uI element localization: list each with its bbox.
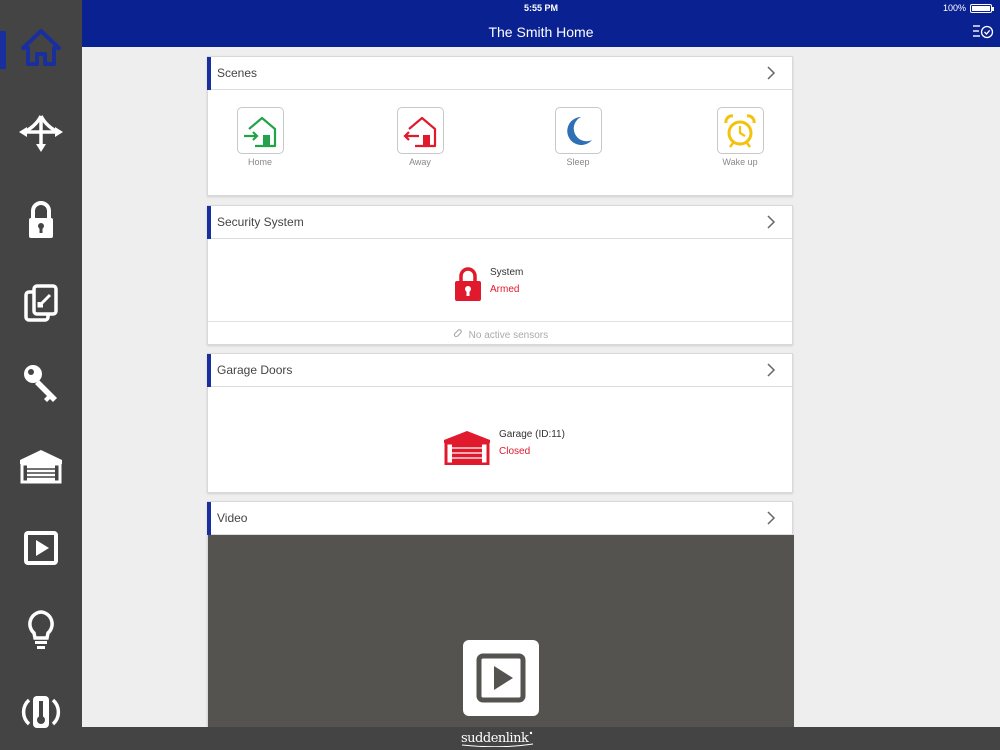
home-icon [21,29,61,66]
scene-wake-up-label: Wake up [722,157,758,167]
video-title: Video [217,511,248,525]
play-icon [476,653,526,703]
arrows-icon [19,115,63,152]
status-time: 5:55 PM [523,3,558,13]
thermostat-icon [21,696,61,728]
brand-logo: suddenlink [461,729,541,747]
video-card: Video [207,501,794,730]
chevron-right-icon [767,66,776,80]
sidebar-item-sensors[interactable] [0,261,82,343]
security-header[interactable]: Security System [207,206,792,239]
key-icon [24,365,57,402]
security-card: Security System System Armed No active s… [207,205,793,345]
lock-closed-icon [455,267,481,301]
sidebar [0,0,82,750]
chevron-right-icon [767,215,776,229]
video-icon [24,531,58,565]
scenes-card: Scenes Home Away Sleep Wake up [207,56,793,196]
garage-card: Garage Doors Garage (ID:11) Closed [207,353,793,493]
scenes-header[interactable]: Scenes [207,57,792,90]
video-header[interactable]: Video [207,502,792,535]
moon-icon [567,116,592,145]
page-title: The Smith Home [488,24,594,40]
garage-status: Garage (ID:11) Closed [499,429,565,457]
security-title: Security System [217,215,304,229]
garage-device-label: Garage (ID:11) [499,429,565,440]
scene-home-label: Home [247,157,272,167]
security-status: System Armed [490,267,523,295]
scene-home[interactable]: Home [230,107,290,167]
chevron-right-icon [767,511,776,525]
scene-away[interactable]: Away [390,107,450,167]
garage-title: Garage Doors [217,363,293,377]
garage-door-icon [444,431,490,466]
play-button[interactable] [463,640,539,716]
video-preview[interactable] [208,535,794,730]
security-device-status: Armed [490,284,520,295]
sensor-tag-icon [453,329,462,338]
scene-wake-up[interactable]: Wake up [710,107,770,167]
title-bar: The Smith Home [82,16,1000,47]
security-device-label: System [490,267,524,278]
garage-header[interactable]: Garage Doors [207,354,792,387]
sidebar-item-automation[interactable] [0,91,82,173]
battery-percent: 100% [942,3,966,13]
sidebar-item-access[interactable] [0,343,82,425]
garage-icon [20,450,62,484]
alarm-clock-icon [724,113,756,148]
garage-door[interactable] [443,429,491,466]
sidebar-item-thermostat[interactable] [0,671,82,750]
sensors-text: No active sensors [468,330,549,341]
underline-swoosh [461,731,534,747]
chevron-right-icon [767,363,776,377]
battery-icon [970,3,994,13]
sidebar-item-lights[interactable] [0,589,82,671]
security-lock[interactable] [452,266,484,302]
tablet-icon [24,284,58,322]
garage-device-status: Closed [499,446,531,457]
scene-away-label: Away [409,157,431,167]
away-scene-icon [403,116,437,147]
scenes-title: Scenes [217,66,258,80]
sidebar-item-home[interactable] [0,7,82,89]
status-bar: 5:55 PM 100% [82,0,1000,16]
footer: suddenlink [82,727,1000,750]
list-check-icon [973,25,994,39]
home-scene-icon [244,116,277,147]
menu-button[interactable] [972,22,994,40]
lock-icon [29,201,53,238]
sidebar-item-garage[interactable] [0,425,82,507]
battery-indicator: 100% [942,3,994,13]
sensors-row: No active sensors [208,321,792,344]
scene-sleep[interactable]: Sleep [548,107,608,167]
scene-sleep-label: Sleep [566,157,590,167]
lightbulb-icon [28,610,54,649]
sidebar-item-video[interactable] [0,507,82,589]
sidebar-item-security[interactable] [0,179,82,261]
